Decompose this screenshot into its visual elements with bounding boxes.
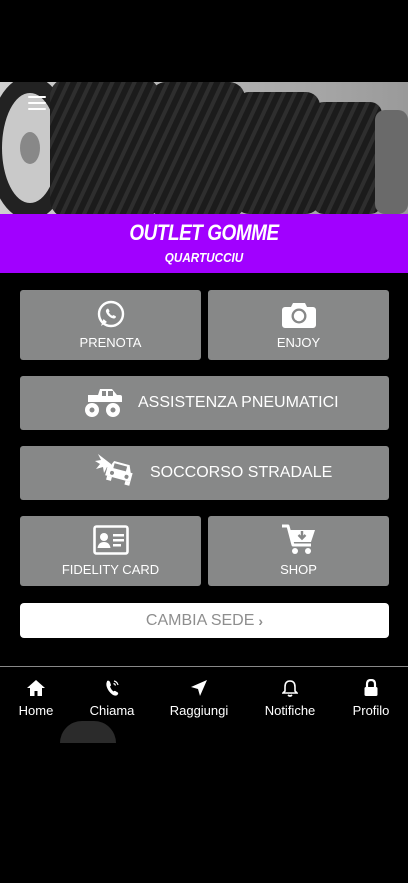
soccorso-label: SOCCORSO STRADALE	[150, 464, 333, 481]
tab-raggiungi-label: Raggiungi	[169, 703, 229, 718]
tab-profilo-label: Profilo	[352, 703, 390, 718]
tab-chiama[interactable]: Chiama	[72, 667, 152, 718]
monster-truck-icon	[82, 385, 124, 424]
assistenza-label: ASSISTENZA PNEUMATICI	[138, 394, 339, 411]
prenota-button[interactable]: PRENOTA	[20, 290, 201, 360]
shop-button[interactable]: SHOP	[208, 516, 389, 586]
tab-notifiche-label: Notifiche	[264, 703, 316, 718]
store-banner: OUTLET GOMME QUARTUCCIU	[0, 214, 408, 273]
tab-chiama-label: Chiama	[89, 703, 135, 718]
fidelity-label: FIDELITY CARD	[61, 562, 160, 577]
whatsapp-icon	[20, 299, 201, 334]
cambia-sede-label: CAMBIA SEDE	[145, 611, 255, 629]
phone-icon	[72, 667, 152, 697]
hamburger-icon[interactable]	[28, 96, 46, 114]
tab-home-label: Home	[18, 703, 54, 718]
home-icon	[0, 667, 76, 697]
location-arrow-icon	[159, 667, 239, 697]
store-subtitle: QUARTUCCIU	[164, 250, 244, 265]
tab-profilo[interactable]: Profilo	[331, 667, 408, 718]
tab-home[interactable]: Home	[0, 667, 76, 718]
bottom-tab-bar: Home Chiama Raggiungi Notifiche Profilo	[0, 666, 408, 737]
chevron-right-icon: ›	[258, 612, 264, 629]
fidelity-card-button[interactable]: FIDELITY CARD	[20, 516, 201, 586]
soccorso-stradale-button[interactable]: SOCCORSO STRADALE	[20, 446, 389, 500]
enjoy-button[interactable]: ENJOY	[208, 290, 389, 360]
id-card-icon	[20, 525, 201, 560]
shop-label: SHOP	[280, 562, 317, 577]
prenota-label: PRENOTA	[79, 335, 142, 350]
assistenza-pneumatici-button[interactable]: ASSISTENZA PNEUMATICI	[20, 376, 389, 430]
enjoy-label: ENJOY	[276, 335, 321, 350]
cart-icon	[208, 523, 389, 562]
cambia-sede-button[interactable]: CAMBIA SEDE ›	[20, 603, 389, 638]
bell-icon	[250, 667, 330, 697]
camera-icon	[208, 300, 389, 333]
lock-icon	[331, 667, 408, 697]
tab-raggiungi[interactable]: Raggiungi	[159, 667, 239, 718]
store-title: OUTLET GOMME	[129, 220, 279, 245]
tab-notifiche[interactable]: Notifiche	[250, 667, 330, 718]
hero-image	[0, 82, 408, 214]
car-crash-icon	[94, 452, 136, 493]
